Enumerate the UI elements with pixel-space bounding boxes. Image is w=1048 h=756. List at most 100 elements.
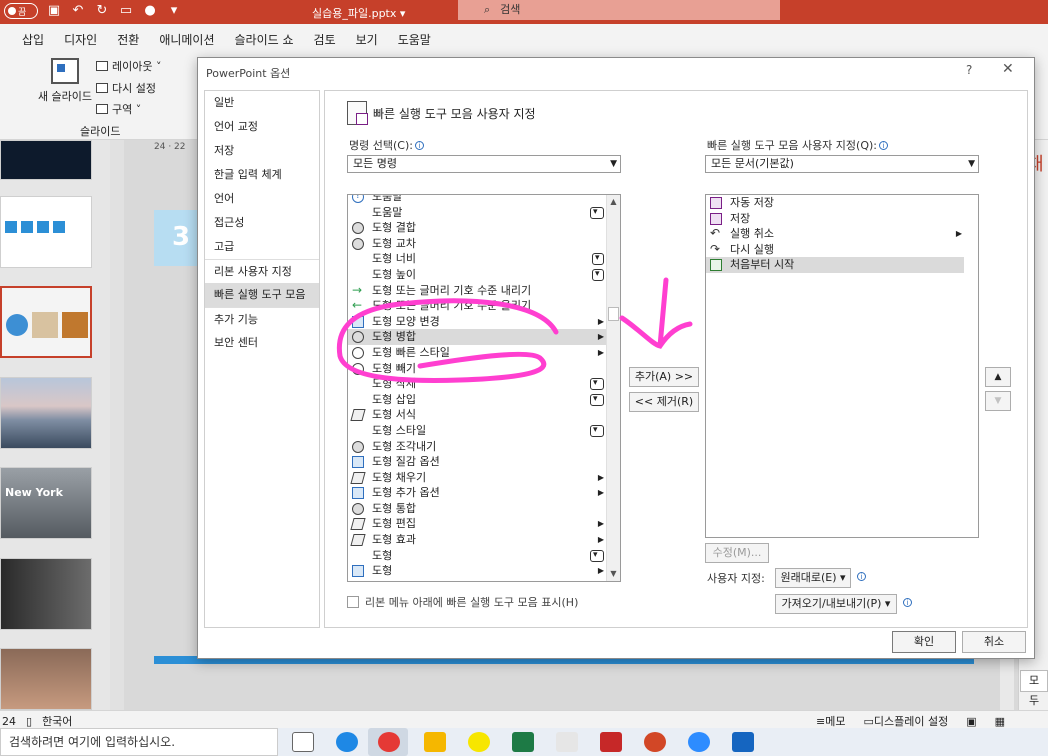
title-search[interactable]: ⌕ 검색	[458, 0, 780, 20]
list-item[interactable]: 도형 빠른 스타일 ▶	[348, 345, 620, 361]
reset-button[interactable]: 다시 설정	[96, 80, 156, 96]
show-below-ribbon-checkbox[interactable]	[347, 596, 359, 608]
scroll-up-icon[interactable]: ▲	[607, 195, 620, 209]
nav-quick-access-toolbar[interactable]: 빠른 실행 도구 모음	[205, 283, 319, 307]
list-item[interactable]: 도형 높이	[348, 267, 620, 283]
slide-thumbnail[interactable]	[0, 140, 92, 180]
thumbnail-scrollbar[interactable]	[110, 140, 124, 710]
list-item[interactable]: 처음부터 시작	[706, 257, 978, 273]
excel-icon[interactable]	[512, 732, 534, 752]
qat-scrollbar[interactable]	[964, 195, 978, 537]
slide-thumbnail[interactable]	[0, 377, 92, 449]
file-name[interactable]: 실습용_파일.pptx ▾	[312, 5, 405, 21]
cancel-button[interactable]: 취소	[962, 631, 1026, 653]
nav-proofing[interactable]: 언어 교정	[205, 115, 319, 139]
nav-korean-ime[interactable]: 한글 입력 체계	[205, 163, 319, 187]
tab-transitions[interactable]: 전환	[117, 31, 139, 48]
kakaotalk-icon[interactable]	[468, 732, 490, 752]
slide-thumbnail[interactable]	[0, 196, 92, 268]
sorter-view-icon[interactable]: ▦	[995, 715, 1005, 728]
list-item[interactable]: 저장	[706, 211, 978, 227]
close-icon[interactable]: ✕	[1002, 61, 1014, 77]
list-item[interactable]: 도형 빼기	[348, 361, 620, 377]
list-item[interactable]: 도형	[348, 548, 620, 563]
zoom-icon[interactable]	[688, 732, 710, 752]
record-icon[interactable]: ●	[142, 3, 158, 19]
import-export-button[interactable]: 가져오기/내보내기(P) ▾	[775, 594, 897, 614]
book-icon[interactable]: ▯	[26, 715, 32, 728]
nav-trust-center[interactable]: 보안 센터	[205, 331, 319, 355]
list-item[interactable]: 도형 질감 옵션	[348, 454, 620, 470]
file-explorer-icon[interactable]	[424, 732, 446, 752]
list-item[interactable]: 도형 서식	[348, 407, 620, 423]
nav-customize-ribbon[interactable]: 리본 사용자 지정	[205, 259, 319, 283]
list-item[interactable]: ← 도형 또는 글머리 기호 수준 올리기	[348, 298, 620, 314]
edge-icon[interactable]	[336, 732, 358, 752]
photos-icon[interactable]	[732, 732, 754, 752]
help-icon[interactable]: ?	[966, 63, 972, 77]
list-item[interactable]: 도형 병합 ▶	[348, 329, 620, 345]
list-item[interactable]: 도형 너비	[348, 251, 620, 267]
tab-slideshow[interactable]: 슬라이드 쇼	[235, 31, 294, 48]
choose-commands-select[interactable]: 모든 명령 ▼	[347, 155, 621, 173]
save-icon[interactable]: ▣	[46, 3, 62, 19]
scroll-down-icon[interactable]: ▼	[607, 567, 620, 581]
list-item[interactable]: 도형 결합	[348, 220, 620, 236]
list-item[interactable]: 도형 채우기 ▶	[348, 470, 620, 486]
redo-icon[interactable]: ↻	[94, 3, 110, 19]
slide-thumbnail[interactable]	[0, 648, 92, 710]
tab-animations[interactable]: 애니메이션	[159, 31, 214, 48]
new-slide-button[interactable]: 새 슬라이드	[34, 58, 96, 104]
nav-save[interactable]: 저장	[205, 139, 319, 163]
tab-insert[interactable]: 삽입	[22, 31, 44, 48]
taskbar-search[interactable]: 검색하려면 여기에 입력하십시오.	[0, 728, 278, 756]
nav-add-ins[interactable]: 추가 기능	[205, 307, 319, 331]
move-up-button[interactable]: ▲	[985, 367, 1011, 387]
list-item[interactable]: 도형 편집 ▶	[348, 516, 620, 532]
layout-button[interactable]: 레이아웃 ˅	[96, 58, 161, 74]
qat-listbox[interactable]: 자동 저장 저장 ↶ 실행 취소 ▶ ↷ 다시 실행 처음부터 시작	[705, 194, 979, 538]
show-below-ribbon-option[interactable]: 리본 메뉴 아래에 빠른 실행 도구 모음 표시(H)	[347, 594, 578, 610]
add-button[interactable]: 추가(A) >>	[629, 367, 699, 387]
list-item[interactable]: 도형 효과 ▶	[348, 532, 620, 548]
app-icon[interactable]	[556, 732, 578, 752]
qat-more-icon[interactable]: ▾	[166, 3, 182, 19]
remove-button[interactable]: << 제거(R)	[629, 392, 699, 412]
display-settings-button[interactable]: ▭디스플레이 설정	[863, 713, 948, 729]
list-item[interactable]: ↶ 실행 취소 ▶	[706, 226, 978, 242]
list-item[interactable]: ↷ 다시 실행	[706, 242, 978, 258]
list-item[interactable]: 도형 삽입	[348, 392, 620, 407]
list-item[interactable]: 도형 ▶	[348, 563, 620, 579]
list-item[interactable]: → 도형 또는 글머리 기호 수준 내리기	[348, 283, 620, 299]
slide-thumbnail[interactable]: New York	[0, 467, 92, 539]
list-item[interactable]: 도형 모양 변경 ▶	[348, 314, 620, 330]
reset-dropdown-button[interactable]: 원래대로(E) ▾	[775, 568, 851, 588]
list-item[interactable]: 도형 통합	[348, 501, 620, 517]
nav-advanced[interactable]: 고급	[205, 235, 319, 259]
normal-view-icon[interactable]: ▣	[966, 715, 976, 728]
commands-listbox[interactable]: ?도움말도움말도형 결합도형 교차도형 너비도형 높이→도형 또는 글머리 기호…	[347, 194, 621, 582]
autosave-toggle[interactable]: 끔	[4, 3, 38, 19]
nav-accessibility[interactable]: 접근성	[205, 211, 319, 235]
list-item[interactable]: 도형 삭제	[348, 376, 620, 392]
chrome-icon[interactable]	[378, 732, 400, 752]
tab-review[interactable]: 검토	[314, 31, 336, 48]
list-item[interactable]: 도형 추가 옵션 ▶	[348, 485, 620, 501]
customize-qat-select[interactable]: 모든 문서(기본값) ▼	[705, 155, 979, 173]
slide-thumbnail-selected[interactable]	[0, 286, 92, 358]
section-button[interactable]: 구역 ˅	[96, 101, 141, 117]
present-icon[interactable]: ▭	[118, 3, 134, 19]
tab-help[interactable]: 도움말	[398, 31, 431, 48]
list-item[interactable]: 도형 스타일	[348, 423, 620, 439]
nav-language[interactable]: 언어	[205, 187, 319, 211]
slide-thumbnail[interactable]	[0, 558, 92, 630]
list-item[interactable]: 도움말	[348, 205, 620, 220]
list-item[interactable]: 자동 저장	[706, 195, 978, 211]
right-pane-button[interactable]: 모두	[1020, 670, 1048, 707]
list-item[interactable]: 도형 조각내기	[348, 439, 620, 455]
nav-general[interactable]: 일반	[205, 91, 319, 115]
task-view-icon[interactable]	[292, 732, 314, 752]
tab-view[interactable]: 보기	[356, 31, 378, 48]
commands-scrollbar[interactable]: ▲ ▼	[606, 195, 620, 581]
scroll-thumb[interactable]	[608, 307, 619, 321]
